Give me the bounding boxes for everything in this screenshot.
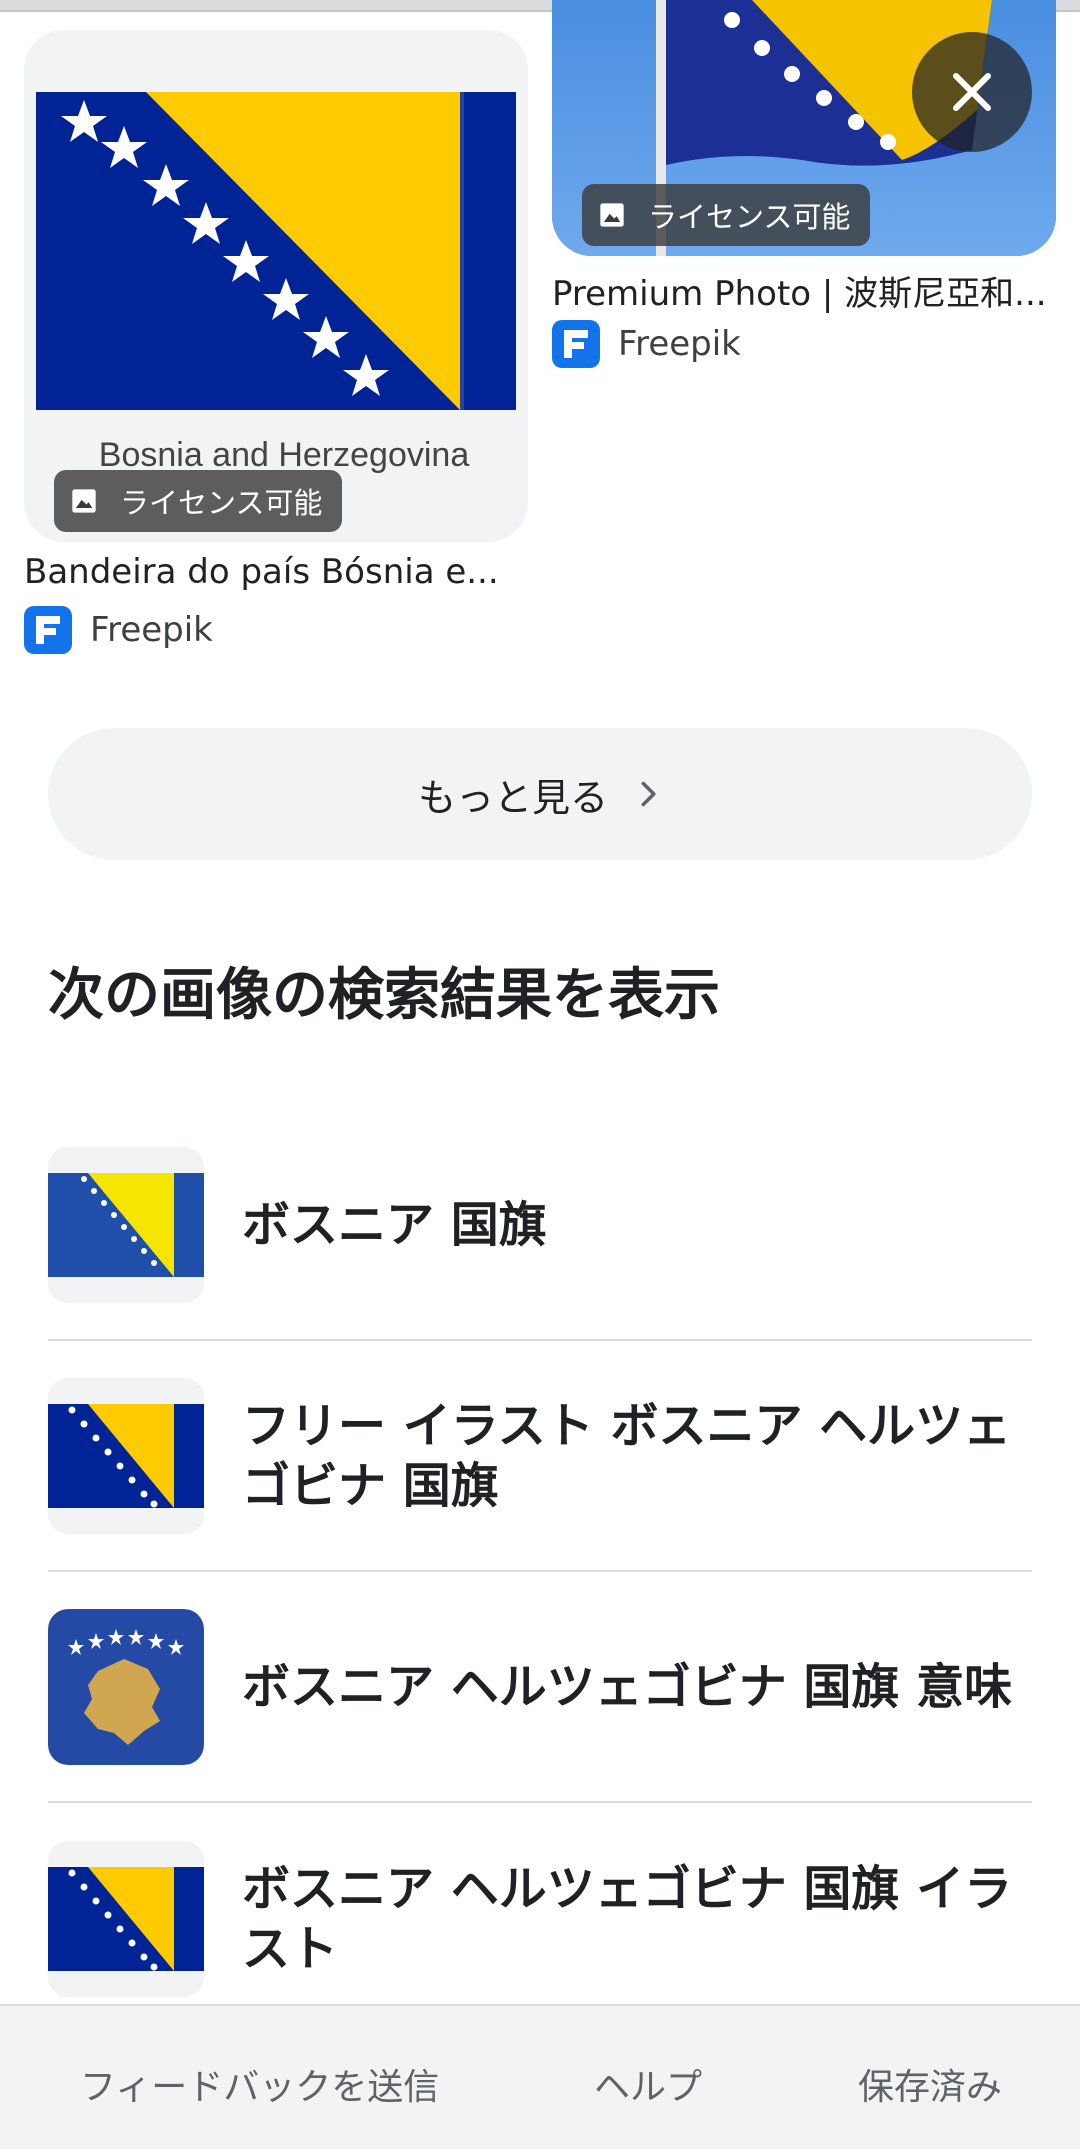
result-source[interactable]: Freepik (552, 320, 741, 368)
saved-link[interactable]: 保存済み (858, 2058, 1002, 2110)
flag-bosnia-icon (48, 1841, 204, 1997)
related-search-label: ボスニア ヘルツェゴビナ 国旗 イラスト (242, 1859, 1022, 1979)
related-search-label: フリー イラスト ボスニア ヘルツェゴビナ 国旗 (242, 1396, 1022, 1516)
related-searches-title: 次の画像の検索結果を表示 (48, 950, 720, 1031)
freepik-logo-icon (24, 606, 72, 654)
show-more-button[interactable]: もっと見る (48, 728, 1032, 860)
license-badge-label: ライセンス可能 (120, 480, 322, 522)
related-search-item[interactable]: ボスニア 国旗 (48, 1110, 1032, 1341)
source-name: Freepik (90, 610, 213, 650)
close-icon (948, 68, 996, 116)
result-title[interactable]: Premium Photo | 波斯尼亞和... (552, 266, 1056, 315)
related-search-item[interactable]: ボスニア ヘルツェゴビナ 国旗 意味 (48, 1572, 1032, 1803)
footer: フィードバックを送信 ヘルプ 保存済み (0, 2004, 1080, 2149)
close-button[interactable] (912, 32, 1032, 152)
related-search-item[interactable]: ボスニア ヘルツェゴビナ 国旗 イラスト (48, 1803, 1032, 2034)
send-feedback-link[interactable]: フィードバックを送信 (80, 2058, 439, 2110)
related-search-item[interactable]: フリー イラスト ボスニア ヘルツェゴビナ 国旗 (48, 1341, 1032, 1572)
license-badge-label: ライセンス可能 (648, 194, 850, 236)
image-icon (598, 201, 626, 229)
show-more-label: もっと見る (418, 767, 608, 822)
source-name: Freepik (618, 324, 741, 364)
related-search-label: ボスニア ヘルツェゴビナ 国旗 意味 (242, 1657, 1022, 1717)
flag-bosnia-icon (48, 1147, 204, 1303)
chevron-right-icon (634, 780, 662, 808)
image-icon (70, 487, 98, 515)
freepik-logo-icon (552, 320, 600, 368)
related-searches-list: ボスニア 国旗 フリー イラスト ボスニア ヘルツェゴビナ 国旗 (48, 1110, 1032, 2034)
license-badge: ライセンス可能 (582, 184, 870, 246)
related-search-label: ボスニア 国旗 (242, 1195, 1022, 1255)
flag-kosovo-icon (48, 1609, 204, 1765)
result-title[interactable]: Bandeira do país Bósnia e... (24, 552, 504, 592)
help-link[interactable]: ヘルプ (594, 2058, 702, 2110)
bosnia-flag-image: Bosnia and Herzegovina (24, 30, 528, 542)
flag-bosnia-icon (48, 1378, 204, 1534)
result-image-bosnia-flag[interactable]: Bosnia and Herzegovina ライセンス可能 (24, 30, 528, 542)
license-badge: ライセンス可能 (54, 470, 342, 532)
flag-caption: Bosnia and Herzegovina (99, 436, 470, 474)
result-source[interactable]: Freepik (24, 606, 213, 654)
